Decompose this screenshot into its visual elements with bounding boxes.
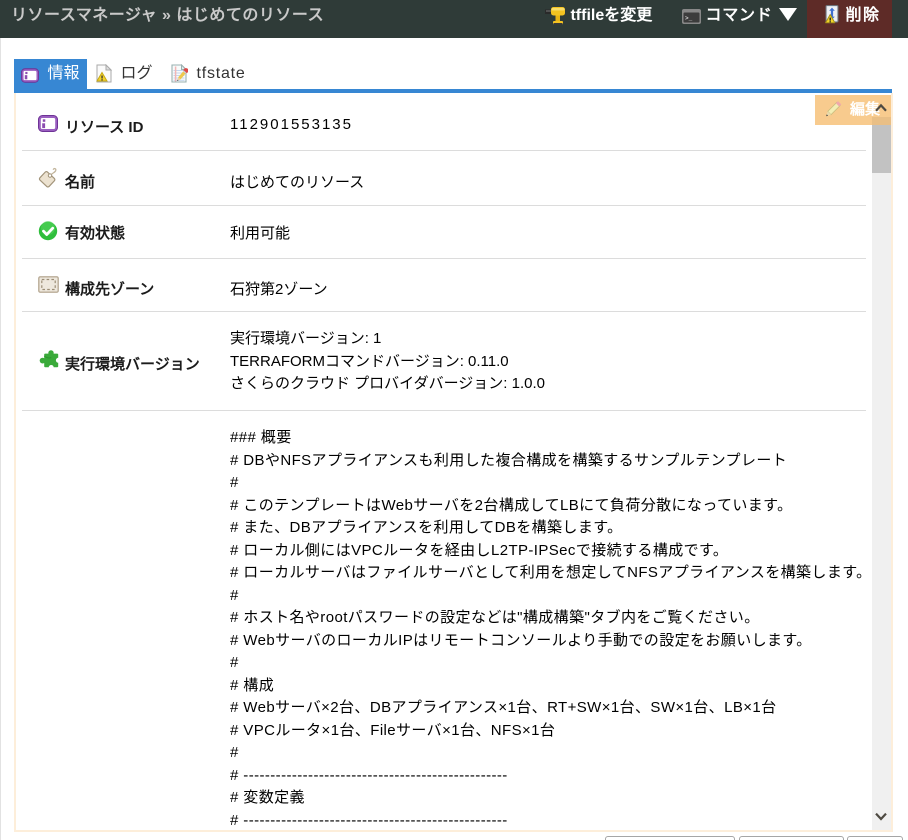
svg-text:>_: >_ <box>685 15 693 22</box>
